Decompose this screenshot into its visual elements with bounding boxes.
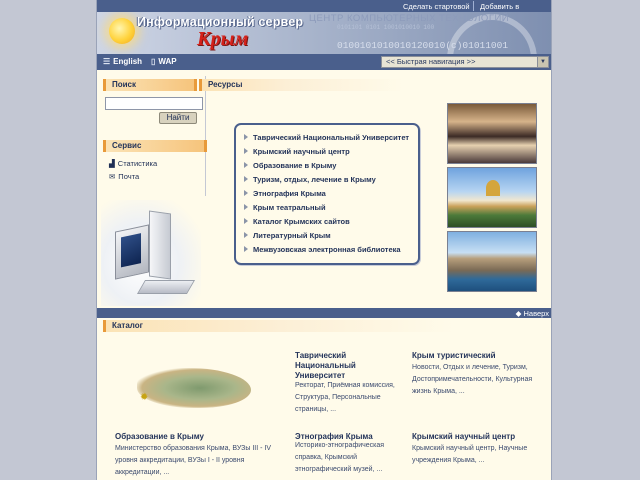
resource-link-tnu[interactable]: Таврический Национальный Университет: [244, 133, 409, 142]
english-link[interactable]: ☰ English: [103, 57, 142, 66]
site-subtitle: Крым: [197, 28, 249, 50]
arrow-icon: [244, 246, 248, 252]
catalog-science-links[interactable]: Крымский научный центр, Научные учрежден…: [412, 443, 540, 467]
back-to-top-label: Наверх: [523, 309, 550, 318]
resource-link-label: Образование в Крыму: [253, 161, 337, 170]
resource-link-catalog[interactable]: Каталог Крымских сайтов: [244, 217, 350, 226]
sun-logo-icon: [109, 18, 135, 44]
resource-link-education[interactable]: Образование в Крыму: [244, 161, 336, 170]
catalog-science-title[interactable]: Крымский научный центр: [412, 432, 542, 442]
arrow-icon: [244, 190, 248, 196]
search-header: Поиск: [103, 79, 197, 91]
mail-icon: ✉: [109, 172, 116, 181]
banner-background-text: ЦЕНТР КОМПЬЮТЕРНЫХ ТЕХНОЛОГИЙ: [309, 13, 510, 24]
resource-link-label: Межвузовская электронная библиотека: [253, 245, 401, 254]
wap-link[interactable]: ▯ WAP: [151, 57, 177, 66]
pc-tower-image: [149, 210, 171, 280]
church-photo: [447, 167, 537, 228]
catalog-tnu-title[interactable]: Таврический Национальный Университет: [295, 351, 381, 381]
monitor-image: [115, 224, 149, 280]
resource-link-label: Крым театральный: [253, 203, 326, 212]
resource-link-label: Каталог Крымских сайтов: [253, 217, 350, 226]
column-divider: [205, 76, 206, 196]
list-icon: ☰: [103, 57, 111, 66]
sun-icon: ✹: [140, 392, 149, 403]
resource-link-literature[interactable]: Литературный Крым: [244, 231, 331, 240]
catalog-education-links[interactable]: Министерство образования Крыма, ВУЗы III…: [115, 443, 281, 479]
search-input[interactable]: [105, 97, 203, 110]
catalog-tourist-title[interactable]: Крым туристический: [412, 351, 542, 361]
divider: [473, 1, 474, 11]
catalog-ethnography-links[interactable]: Историко-этнографическая справка, Крымск…: [295, 440, 393, 476]
catalog-header: Каталог: [103, 320, 543, 332]
dropdown-arrow-icon[interactable]: ▼: [537, 57, 548, 67]
top-links-bar: Сделать стартовой Добавить в избранное: [97, 0, 551, 20]
resource-link-science-center[interactable]: Крымский научный центр: [244, 147, 350, 156]
arrow-icon: [244, 148, 248, 154]
arrow-icon: [244, 218, 248, 224]
service-header: Сервис: [103, 140, 207, 152]
resource-link-theatre[interactable]: Крым театральный: [244, 203, 326, 212]
up-bar: ◆ Наверх: [97, 308, 551, 318]
arrow-icon: [244, 232, 248, 238]
banner-binary-small: 0101101 0101 1001010010 100: [337, 24, 435, 31]
service-item-statistics[interactable]: ▟ Статистика: [109, 159, 157, 168]
resource-link-label: Таврический Национальный Университет: [253, 133, 410, 142]
resource-link-label: Туризм, отдых, лечение в Крыму: [253, 175, 376, 184]
site-title: Информационный сервер: [137, 15, 304, 29]
catalog-tnu-links[interactable]: Ректорат, Приёмная комиссия, Структура, …: [295, 380, 405, 416]
language-bar: ☰ English ▯ WAP << Быстрая навигация >> …: [97, 54, 551, 70]
coast-photo: [447, 231, 537, 292]
resource-link-library[interactable]: Межвузовская электронная библиотека: [244, 245, 401, 254]
resource-link-label: Этнография Крыма: [253, 189, 326, 198]
resources-box: Таврический Национальный Университет Кры…: [234, 123, 420, 265]
arrow-icon: [244, 204, 248, 210]
arrow-icon: [244, 162, 248, 168]
service-item-label: Статистика: [117, 159, 158, 168]
make-start-page-link[interactable]: Сделать стартовой: [403, 2, 470, 11]
chart-icon: ▟: [109, 159, 115, 168]
resource-link-label: Литературный Крым: [253, 231, 331, 240]
english-label: English: [113, 57, 143, 66]
resources-header: Ресурсы: [199, 79, 539, 91]
resource-link-label: Крымский научный центр: [253, 147, 350, 156]
resource-link-ethnography[interactable]: Этнография Крыма: [244, 189, 326, 198]
site-banner: ЦЕНТР КОМПЬЮТЕРНЫХ ТЕХНОЛОГИЙ 0101101 01…: [97, 12, 551, 54]
search-button[interactable]: Найти: [159, 112, 197, 124]
church-dome: [486, 180, 500, 196]
students-photo: [447, 103, 537, 164]
arrow-icon: [244, 176, 248, 182]
quick-navigation-value: << Быстрая навигация >>: [386, 57, 476, 66]
keyboard-image: [136, 280, 196, 294]
banner-binary: 0100101010010120010(c)01011001: [337, 40, 509, 51]
resource-link-tourism[interactable]: Туризм, отдых, лечение в Крыму: [244, 175, 376, 184]
quick-navigation-select[interactable]: << Быстрая навигация >> ▼: [381, 56, 549, 68]
page: Сделать стартовой Добавить в избранное Ц…: [96, 0, 552, 480]
service-item-label: Почта: [118, 172, 140, 181]
service-item-mail[interactable]: ✉ Почта: [109, 172, 139, 181]
catalog-education-title[interactable]: Образование в Крыму: [115, 432, 275, 442]
crimea-map-image: [137, 368, 251, 408]
phone-icon: ▯: [151, 57, 156, 66]
catalog-tourist-links[interactable]: Новости, Отдых и лечение, Туризм, Достоп…: [412, 362, 544, 398]
arrow-icon: [244, 134, 248, 140]
back-to-top-link[interactable]: ◆ Наверх: [516, 309, 549, 318]
wap-label: WAP: [158, 57, 177, 66]
